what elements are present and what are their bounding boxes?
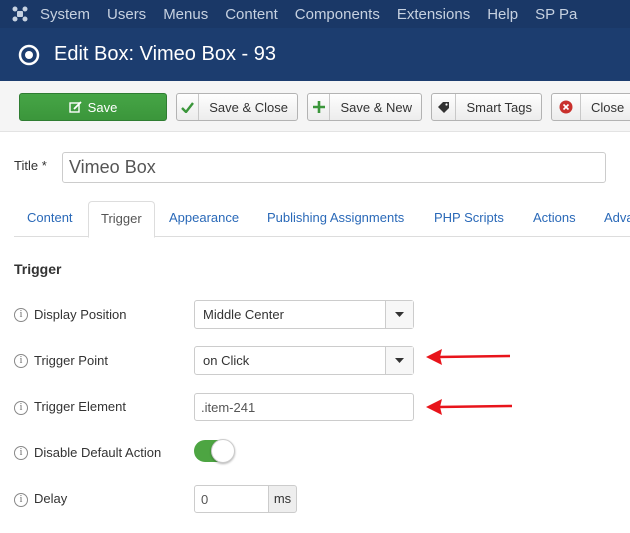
delay-row: i Delay ms [14, 485, 614, 515]
tab-publishing-assignments[interactable]: Publishing Assignments [267, 201, 404, 237]
toolbar: Save Save & Close Save & New Smart Tags … [0, 81, 630, 132]
smart-tags-button[interactable]: Smart Tags [431, 93, 542, 121]
trigger-element-row: i Trigger Element [14, 393, 614, 423]
info-icon[interactable]: i [14, 401, 28, 415]
title-input[interactable] [62, 152, 606, 183]
save-new-button[interactable]: Save & New [307, 93, 422, 121]
trigger-point-label: Trigger Point [34, 353, 108, 368]
page-title: Edit Box: Vimeo Box - 93 [54, 43, 276, 65]
trigger-point-select[interactable]: on Click [194, 346, 414, 375]
display-position-label: Display Position [34, 307, 127, 322]
trigger-point-row: i Trigger Point on Click [14, 346, 614, 376]
menu-help[interactable]: Help [487, 6, 518, 23]
menu-sp-page-builder[interactable]: SP Pa [535, 6, 577, 23]
tab-trigger[interactable]: Trigger [88, 201, 155, 238]
tab-actions[interactable]: Actions [533, 201, 576, 237]
tag-icon [432, 94, 457, 120]
section-title: Trigger [14, 261, 62, 277]
save-close-button[interactable]: Save & Close [176, 93, 298, 121]
close-label: Close [591, 99, 625, 115]
menu-components[interactable]: Components [295, 6, 380, 23]
save-new-label: Save & New [340, 99, 412, 115]
annotation-arrow-trigger-element [426, 399, 513, 415]
annotation-arrow-trigger-point [426, 349, 511, 365]
top-menu-bar: System Users Menus Content Components Ex… [0, 0, 630, 28]
target-circle-icon [18, 44, 40, 66]
toggle-knob [211, 439, 235, 463]
caret-down-icon[interactable] [385, 301, 413, 328]
page-header: Edit Box: Vimeo Box - 93 [0, 28, 630, 81]
plus-icon [308, 94, 331, 120]
tab-appearance[interactable]: Appearance [169, 201, 239, 237]
menu-system[interactable]: System [40, 6, 90, 23]
trigger-element-input[interactable] [194, 393, 414, 421]
caret-down-icon[interactable] [385, 347, 413, 374]
close-button[interactable]: Close [551, 93, 630, 121]
delay-label: Delay [34, 491, 68, 506]
save-close-label: Save & Close [209, 99, 288, 115]
close-circle-icon [552, 94, 581, 120]
display-position-select[interactable]: Middle Center [194, 300, 414, 329]
delay-input[interactable] [194, 485, 269, 513]
info-icon[interactable]: i [14, 308, 28, 322]
trigger-element-label: Trigger Element [34, 399, 126, 414]
menu-extensions[interactable]: Extensions [397, 6, 470, 23]
tab-content[interactable]: Content [27, 201, 73, 237]
trigger-point-value: on Click [203, 353, 250, 368]
disable-default-action-row: i Disable Default Action [14, 438, 614, 468]
save-label: Save [87, 99, 118, 115]
menu-menus[interactable]: Menus [163, 6, 208, 23]
title-label: Title * [14, 158, 47, 173]
info-icon[interactable]: i [14, 354, 28, 368]
menu-content[interactable]: Content [225, 6, 278, 23]
check-icon [177, 94, 200, 120]
title-field-row: Title * [14, 152, 614, 184]
tab-php-scripts[interactable]: PHP Scripts [434, 201, 504, 237]
smart-tags-label: Smart Tags [466, 99, 532, 115]
delay-input-group: ms [194, 485, 298, 513]
info-icon[interactable]: i [14, 493, 28, 507]
disable-default-action-label: Disable Default Action [34, 445, 162, 460]
save-button[interactable]: Save [19, 93, 167, 121]
delay-unit: ms [268, 485, 297, 513]
menu-users[interactable]: Users [107, 6, 146, 23]
display-position-value: Middle Center [203, 307, 284, 322]
info-icon[interactable]: i [14, 446, 28, 460]
disable-default-action-toggle[interactable] [194, 439, 235, 463]
tab-advanced[interactable]: Adva [604, 201, 630, 237]
edit-icon [68, 94, 82, 120]
joomla-logo-icon[interactable] [0, 0, 40, 28]
tab-bar: Content Trigger Appearance Publishing As… [14, 201, 630, 238]
display-position-row: i Display Position Middle Center [14, 300, 614, 330]
